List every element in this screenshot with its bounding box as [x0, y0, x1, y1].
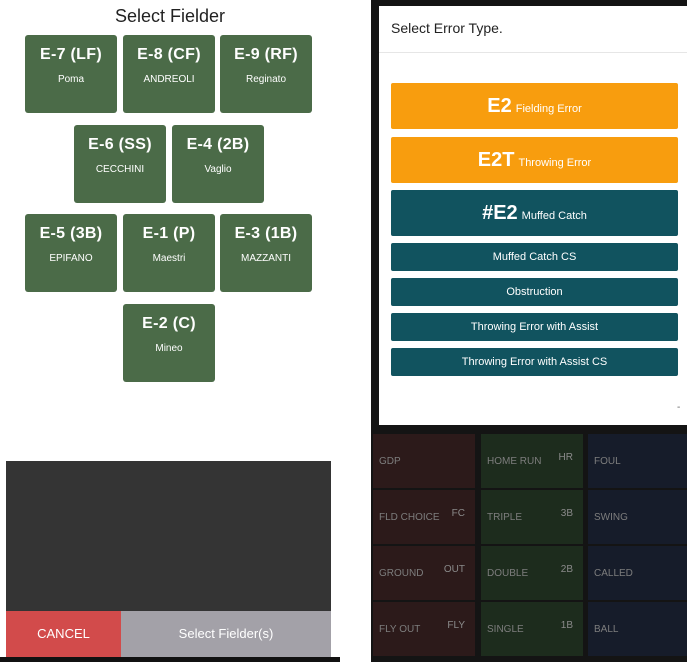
fielder-cf[interactable]: E-8 (CF) ANDREOLI: [123, 35, 215, 113]
fielder-name: Mineo: [155, 343, 183, 354]
single-diamond-icon: 1B: [560, 620, 573, 631]
fielder-name: Maestri: [152, 253, 186, 264]
grid-cell-label: FOUL: [594, 456, 621, 467]
grid-cell-ground[interactable]: GROUND OUT: [373, 546, 475, 600]
fielder-position: E-6 (SS): [88, 136, 152, 153]
error-code: E2: [487, 95, 512, 117]
dialog-title: Select Error Type.: [391, 20, 503, 36]
grid-cell-single[interactable]: SINGLE 1B: [481, 602, 583, 656]
fielder-position: E-1 (P): [142, 225, 196, 242]
dialog-dash: -: [677, 402, 681, 413]
fielder-selection-area: [6, 461, 331, 611]
grid-cell-triple[interactable]: TRIPLE 3B: [481, 490, 583, 544]
bottom-bar: [0, 657, 340, 662]
ground-out-icon: OUT: [443, 564, 465, 575]
grid-cell-foul[interactable]: FOUL: [588, 434, 687, 488]
fielder-name: MAZZANTI: [241, 253, 291, 264]
fielder-position: E-9 (RF): [234, 46, 298, 63]
grid-cell-label: GROUND: [379, 568, 424, 579]
error-e2t-button[interactable]: E2T Throwing Error: [391, 137, 678, 183]
error-description: Fielding Error: [515, 103, 582, 115]
grid-cell-home-run[interactable]: HOME RUN HR: [481, 434, 583, 488]
grid-cell-label: GDP: [379, 456, 401, 467]
grid-cell-ball[interactable]: BALL: [588, 602, 687, 656]
fielder-position: E-4 (2B): [186, 136, 250, 153]
grid-cell-label: FLY OUT: [379, 624, 421, 635]
cancel-button[interactable]: CANCEL: [6, 611, 121, 657]
obstruction-button[interactable]: Obstruction: [391, 278, 678, 306]
grid-cell-label: CALLED: [594, 568, 633, 579]
fielder-position: E-7 (LF): [40, 46, 102, 63]
fielder-2b[interactable]: E-4 (2B) Vaglio: [172, 125, 264, 203]
fielder-position: E-3 (1B): [234, 225, 298, 242]
fielder-position: E-8 (CF): [137, 46, 201, 63]
select-fielders-button[interactable]: Select Fielder(s): [121, 611, 331, 657]
grid-cell-fly-out[interactable]: FLY OUT FLY: [373, 602, 475, 656]
grid-cell-swing[interactable]: SWING: [588, 490, 687, 544]
fielder-name: CECCHINI: [95, 164, 145, 175]
grid-cell-called[interactable]: CALLED: [588, 546, 687, 600]
error-code: #E2: [482, 202, 518, 224]
fielder-c[interactable]: E-2 (C) Mineo: [123, 304, 215, 382]
grid-cell-label: BALL: [594, 624, 619, 635]
double-diamond-icon: 2B: [560, 564, 573, 575]
fc-icon: FC: [451, 508, 465, 519]
grid-cell-label: SWING: [594, 512, 628, 523]
muffed-catch-cs-button[interactable]: Muffed Catch CS: [391, 243, 678, 271]
fielder-position: E-5 (3B): [39, 225, 103, 242]
fielder-lf[interactable]: E-7 (LF) Poma: [25, 35, 117, 113]
grid-cell-label: SINGLE: [487, 624, 524, 635]
select-fielder-title: Select Fielder: [114, 6, 226, 26]
grid-cell-label: HOME RUN: [487, 456, 542, 467]
fielder-name: Poma: [57, 74, 85, 85]
fielder-ss[interactable]: E-6 (SS) CECCHINI: [74, 125, 166, 203]
fielder-rf[interactable]: E-9 (RF) Reginato: [220, 35, 312, 113]
fielder-name: Reginato: [245, 74, 287, 85]
dialog-divider: [379, 52, 687, 53]
fly-arc-icon: FLY: [447, 620, 465, 631]
throwing-error-assist-cs-button[interactable]: Throwing Error with Assist CS: [391, 348, 678, 376]
fielder-p[interactable]: E-1 (P) Maestri: [123, 214, 215, 292]
error-description: Throwing Error: [518, 157, 592, 169]
triple-diamond-icon: 3B: [560, 508, 573, 519]
grid-cell-double[interactable]: DOUBLE 2B: [481, 546, 583, 600]
fielder-name: ANDREOLI: [143, 74, 195, 85]
grid-cell-gdp[interactable]: GDP: [373, 434, 475, 488]
error-description: Muffed Catch: [521, 210, 587, 222]
error-e2-button[interactable]: E2 Fielding Error: [391, 83, 678, 129]
hr-diamond-icon: HR: [558, 452, 573, 463]
fielder-3b[interactable]: E-5 (3B) EPIFANO: [25, 214, 117, 292]
error-muffed-catch-button[interactable]: #E2 Muffed Catch: [391, 190, 678, 236]
fielder-position: E-2 (C): [142, 315, 196, 332]
grid-cell-label: DOUBLE: [487, 568, 529, 579]
fielder-1b[interactable]: E-3 (1B) MAZZANTI: [220, 214, 312, 292]
fielder-name: EPIFANO: [49, 253, 93, 264]
grid-cell-label: TRIPLE: [487, 512, 523, 523]
error-code: E2T: [477, 149, 515, 171]
throwing-error-assist-button[interactable]: Throwing Error with Assist: [391, 313, 678, 341]
grid-cell-fld-choice[interactable]: FLD CHOICE FC: [373, 490, 475, 544]
grid-cell-label: FLD CHOICE: [379, 512, 440, 523]
fielder-name: Vaglio: [204, 164, 232, 175]
